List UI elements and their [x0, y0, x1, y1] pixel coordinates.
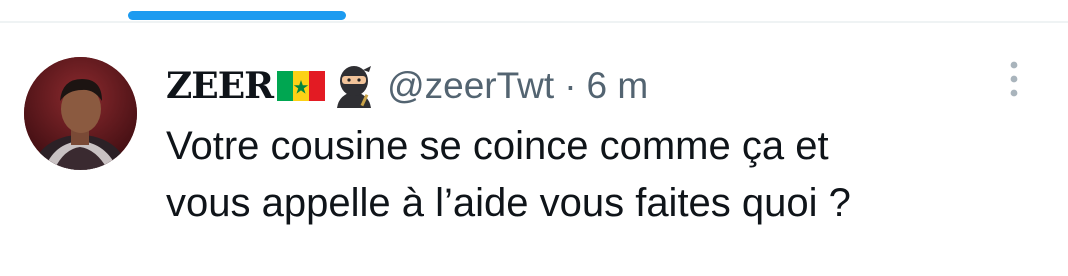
separator-dot: · [564, 65, 577, 106]
timestamp[interactable]: 6 m [587, 65, 649, 107]
tweet-text: Votre cousine se coince comme ça et vous… [166, 118, 1046, 232]
divider [0, 21, 1068, 23]
senegal-flag-icon [277, 71, 326, 101]
tweet-header: ZEER @zeerTwt · 6 m [166, 58, 648, 114]
ninja-icon [337, 66, 372, 108]
display-name[interactable]: ZEER [166, 65, 274, 107]
tweet-screen: ZEER @zeerTwt · 6 m Votre cousine se coi… [0, 0, 1068, 276]
active-tab-indicator [128, 11, 346, 20]
avatar[interactable] [24, 57, 137, 170]
tweet-text-line: vous appelle à l’aide vous faites quoi ? [166, 181, 851, 225]
user-handle[interactable]: @zeerTwt [387, 65, 554, 107]
more-vertical-icon[interactable] [1001, 58, 1027, 100]
tweet-text-line: Votre cousine se coince comme ça et [166, 124, 829, 168]
